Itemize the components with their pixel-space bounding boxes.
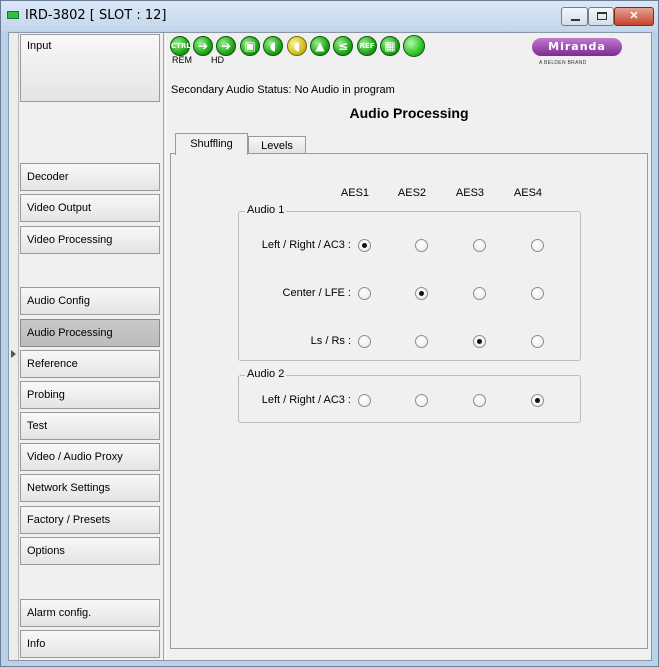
nav-item-factory-presets[interactable]: Factory / Presets [20, 506, 160, 534]
row-label: Left / Right / AC3 : [261, 394, 351, 406]
nav-item-label: Video Output [27, 202, 92, 214]
nav-item-label: Info [27, 638, 46, 650]
nav-item-label: Test [27, 420, 48, 432]
splitter[interactable] [163, 33, 166, 660]
nav-item-test[interactable]: Test [20, 412, 160, 440]
expand-arrow-icon[interactable] [11, 350, 16, 358]
nav-item-audio-processing[interactable]: Audio Processing [20, 319, 160, 347]
nav-item-label: Probing [27, 389, 65, 401]
client-area: Input Decoder Video Output Video Process… [8, 32, 652, 661]
ctrl-icon[interactable]: CTRL [170, 36, 191, 56]
app-window: IRD-3802 [ SLOT : 12] ✕ Input Decoder Vi… [0, 0, 659, 667]
compare-icon[interactable]: ≤ [333, 36, 353, 56]
nav-item-options[interactable]: Options [20, 537, 160, 565]
hd-label: HD [211, 55, 224, 65]
ref-icon[interactable]: REF [357, 36, 377, 56]
group-audio-2: Audio 2 Left / Right / AC3 : [238, 368, 581, 423]
tab-label: Levels [261, 140, 293, 152]
nav-item-label: Factory / Presets [27, 514, 111, 526]
arrow-right-icon[interactable]: ➔ [193, 36, 213, 56]
rem-label: REM [172, 55, 192, 65]
window-title: IRD-3802 [ SLOT : 12] [25, 8, 167, 23]
nav-item-label: Options [27, 545, 65, 557]
row-label: Ls / Rs : [310, 335, 351, 347]
nav-item-network-settings[interactable]: Network Settings [20, 474, 160, 502]
radio-audio1-ls-aes4[interactable] [531, 335, 544, 348]
radio-audio1-center-aes2[interactable] [415, 287, 428, 300]
radio-audio1-center-aes1[interactable] [358, 287, 371, 300]
maximize-button[interactable] [588, 7, 614, 26]
column-header-aes1: AES1 [340, 187, 370, 199]
radio-audio1-ls-aes3[interactable] [473, 335, 486, 348]
column-header-aes4: AES4 [513, 187, 543, 199]
radio-audio1-center-aes3[interactable] [473, 287, 486, 300]
audio-icon[interactable]: ◖ [287, 36, 307, 56]
collapse-strip[interactable] [9, 33, 19, 660]
nav-panel: Input Decoder Video Output Video Process… [20, 33, 162, 660]
arrow-right-icon[interactable]: ➔ [216, 36, 236, 56]
nav-item-audio-config[interactable]: Audio Config [20, 287, 160, 315]
maximize-icon [597, 12, 607, 20]
radio-audio1-lr-aes2[interactable] [415, 239, 428, 252]
nav-item-alarm-config[interactable]: Alarm config. [20, 599, 160, 627]
column-header-aes3: AES3 [455, 187, 485, 199]
nav-item-video-processing[interactable]: Video Processing [20, 226, 160, 254]
group-audio-1: Audio 1 Left / Right / AC3 : Center / LF… [238, 204, 581, 361]
nav-item-probing[interactable]: Probing [20, 381, 160, 409]
group-title: Audio 2 [245, 368, 287, 380]
nav-item-label: Input [27, 40, 52, 52]
nav-item-label: Audio Processing [27, 327, 113, 339]
nav-item-video-output[interactable]: Video Output [20, 194, 160, 222]
radio-audio1-ls-aes1[interactable] [358, 335, 371, 348]
minimize-button[interactable] [561, 7, 588, 26]
audio-icon[interactable]: ◖ [263, 36, 283, 56]
minimize-icon [571, 19, 580, 21]
nav-item-label: Video Processing [27, 234, 113, 246]
title-bar[interactable]: IRD-3802 [ SLOT : 12] ✕ [1, 1, 658, 31]
tab-label: Shuffling [190, 138, 233, 150]
nav-item-label: Decoder [27, 171, 69, 183]
nav-item-label: Alarm config. [27, 607, 92, 619]
radio-audio1-lr-aes3[interactable] [473, 239, 486, 252]
radio-audio1-lr-aes4[interactable] [531, 239, 544, 252]
page-title: Audio Processing [349, 105, 469, 121]
nav-item-label: Network Settings [27, 482, 111, 494]
ctrl-icon-text: CTRL [171, 42, 191, 50]
color-bars-icon[interactable]: ▦ [380, 36, 400, 56]
radio-audio1-center-aes4[interactable] [531, 287, 544, 300]
close-button[interactable]: ✕ [614, 7, 654, 26]
nav-item-reference[interactable]: Reference [20, 350, 160, 378]
main-panel: CTRL ➔ ➔ ▣ ◖ ◖ ▲ ≤ REF ▦ REM HD Miranda … [167, 33, 651, 660]
nav-item-info[interactable]: Info [20, 630, 160, 658]
row-label: Left / Right / AC3 : [261, 239, 351, 251]
status-led-icon [7, 11, 19, 19]
status-led-icon[interactable] [403, 35, 425, 57]
tab-shuffling[interactable]: Shuffling [175, 133, 248, 155]
radio-audio2-lr-aes3[interactable] [473, 394, 486, 407]
group-title: Audio 1 [245, 204, 287, 216]
nav-item-label: Audio Config [27, 295, 90, 307]
close-icon: ✕ [629, 10, 639, 22]
nav-item-video-audio-proxy[interactable]: Video / Audio Proxy [20, 443, 160, 471]
nav-item-input[interactable]: Input [20, 34, 160, 102]
ref-icon-text: REF [359, 42, 375, 50]
brand-logo: Miranda [532, 38, 622, 56]
radio-audio1-ls-aes2[interactable] [415, 335, 428, 348]
shuffling-panel: AES1 AES2 AES3 AES4 Audio 1 Left / Right… [170, 153, 648, 649]
video-icon[interactable]: ▣ [240, 36, 260, 56]
radio-audio2-lr-aes1[interactable] [358, 394, 371, 407]
radio-audio2-lr-aes2[interactable] [415, 394, 428, 407]
column-header-aes2: AES2 [397, 187, 427, 199]
row-label: Center / LFE : [282, 287, 351, 299]
brand-subtitle: A BELDEN BRAND [539, 60, 587, 66]
nav-item-label: Reference [27, 358, 78, 370]
status-icon-bar: CTRL ➔ ➔ ▣ ◖ ◖ ▲ ≤ REF ▦ REM HD Miranda … [167, 33, 651, 69]
nav-item-decoder[interactable]: Decoder [20, 163, 160, 191]
lock-icon[interactable]: ▲ [310, 36, 330, 56]
nav-item-label: Video / Audio Proxy [27, 451, 123, 463]
radio-audio2-lr-aes4[interactable] [531, 394, 544, 407]
radio-audio1-lr-aes1[interactable] [358, 239, 371, 252]
secondary-audio-status: Secondary Audio Status: No Audio in prog… [171, 84, 395, 96]
